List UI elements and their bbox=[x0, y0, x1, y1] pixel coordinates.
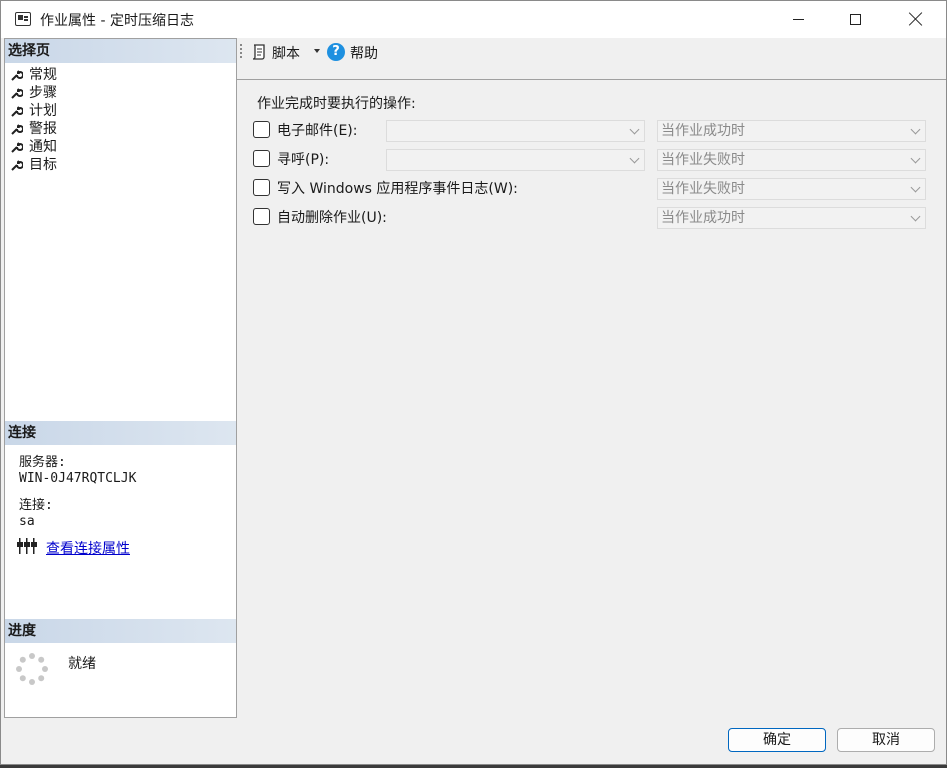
server-label: 服务器: bbox=[19, 455, 66, 470]
nav-item-label: 警报 bbox=[29, 121, 57, 137]
wrench-icon bbox=[11, 106, 23, 117]
eventlog-condition-value: 当作业失败时 bbox=[661, 181, 745, 197]
connection-properties-icon bbox=[17, 538, 37, 554]
wrench-icon bbox=[11, 88, 23, 99]
nav-item-alerts[interactable]: 警报 bbox=[5, 120, 57, 138]
wrench-icon bbox=[11, 160, 23, 171]
ok-button[interactable]: 确定 bbox=[728, 728, 826, 752]
script-dropdown-arrow-icon[interactable] bbox=[314, 49, 320, 53]
progress-header: 进度 bbox=[5, 619, 236, 643]
window-app-icon bbox=[15, 12, 31, 26]
nav-item-schedules[interactable]: 计划 bbox=[5, 102, 57, 120]
page-operator-select[interactable] bbox=[386, 149, 645, 171]
wrench-icon bbox=[11, 70, 23, 81]
eventlog-label: 写入 Windows 应用程序事件日志(W): bbox=[277, 181, 518, 197]
chevron-down-icon bbox=[910, 124, 921, 135]
nav-item-steps[interactable]: 步骤 bbox=[5, 84, 57, 102]
chevron-down-icon bbox=[629, 124, 640, 135]
help-icon[interactable]: ? bbox=[327, 43, 345, 61]
nav-item-label: 步骤 bbox=[29, 85, 57, 101]
view-connection-properties-link[interactable]: 查看连接属性 bbox=[46, 538, 130, 558]
help-button[interactable]: 帮助 bbox=[350, 43, 378, 63]
nav-item-notifications[interactable]: 通知 bbox=[5, 138, 57, 156]
page-label: 寻呼(P): bbox=[277, 152, 330, 168]
connection-label: 连接: bbox=[19, 498, 53, 513]
nav-item-label: 目标 bbox=[29, 157, 57, 173]
section-title: 作业完成时要执行的操作: bbox=[257, 96, 416, 112]
page-condition-value: 当作业失败时 bbox=[661, 152, 745, 168]
eventlog-checkbox[interactable] bbox=[253, 179, 270, 196]
email-condition-select[interactable]: 当作业成功时 bbox=[657, 120, 926, 142]
page-nav-list: 常规 步骤 计划 警报 通知 目标 bbox=[5, 66, 57, 174]
delete-job-condition-value: 当作业成功时 bbox=[661, 210, 745, 226]
title-bar: 作业属性 - 定时压缩日志 bbox=[1, 1, 946, 38]
page-condition-select[interactable]: 当作业失败时 bbox=[657, 149, 926, 171]
delete-job-checkbox[interactable] bbox=[253, 208, 270, 225]
nav-item-targets[interactable]: 目标 bbox=[5, 156, 57, 174]
eventlog-condition-select[interactable]: 当作业失败时 bbox=[657, 178, 926, 200]
maximize-icon bbox=[850, 14, 861, 25]
close-button[interactable] bbox=[887, 1, 945, 38]
chevron-down-icon bbox=[910, 211, 921, 222]
close-icon bbox=[908, 11, 924, 27]
minimize-button[interactable] bbox=[770, 1, 828, 38]
nav-item-general[interactable]: 常规 bbox=[5, 66, 57, 84]
left-pane: 选择页 常规 步骤 计划 警报 通知 目标 连接 服务器: WIN-0J47RQ… bbox=[4, 38, 237, 718]
connection-header: 连接 bbox=[5, 421, 236, 445]
toolbar-grip[interactable] bbox=[240, 44, 242, 58]
chevron-down-icon bbox=[910, 153, 921, 164]
email-condition-value: 当作业成功时 bbox=[661, 123, 745, 139]
progress-spinner-icon bbox=[16, 653, 48, 685]
window-title: 作业属性 - 定时压缩日志 bbox=[40, 13, 194, 29]
delete-job-label: 自动删除作业(U): bbox=[277, 210, 387, 226]
job-properties-window: 作业属性 - 定时压缩日志 选择页 常规 步骤 计划 警报 通知 目标 连接 服… bbox=[0, 0, 947, 765]
nav-item-label: 通知 bbox=[29, 139, 57, 155]
script-icon[interactable] bbox=[250, 43, 268, 61]
cancel-button[interactable]: 取消 bbox=[837, 728, 935, 752]
select-page-header: 选择页 bbox=[5, 39, 236, 63]
minimize-icon bbox=[793, 19, 804, 20]
connection-value: sa bbox=[19, 514, 35, 529]
nav-item-label: 常规 bbox=[29, 67, 57, 83]
delete-job-condition-select[interactable]: 当作业成功时 bbox=[657, 207, 926, 229]
page-checkbox[interactable] bbox=[253, 150, 270, 167]
script-button[interactable]: 脚本 bbox=[272, 43, 300, 63]
progress-status: 就绪 bbox=[68, 656, 96, 672]
wrench-icon bbox=[11, 124, 23, 135]
toolbar: 脚本 ? 帮助 bbox=[237, 38, 946, 80]
server-value: WIN-0J47RQTCLJK bbox=[19, 471, 137, 486]
email-checkbox[interactable] bbox=[253, 121, 270, 138]
email-label: 电子邮件(E): bbox=[277, 123, 358, 139]
nav-item-label: 计划 bbox=[29, 103, 57, 119]
wrench-icon bbox=[11, 142, 23, 153]
chevron-down-icon bbox=[910, 182, 921, 193]
email-operator-select[interactable] bbox=[386, 120, 645, 142]
notifications-panel: 作业完成时要执行的操作: 电子邮件(E): 当作业成功时 寻呼(P): 当作业失… bbox=[237, 81, 946, 721]
chevron-down-icon bbox=[629, 153, 640, 164]
maximize-button[interactable] bbox=[828, 1, 886, 38]
